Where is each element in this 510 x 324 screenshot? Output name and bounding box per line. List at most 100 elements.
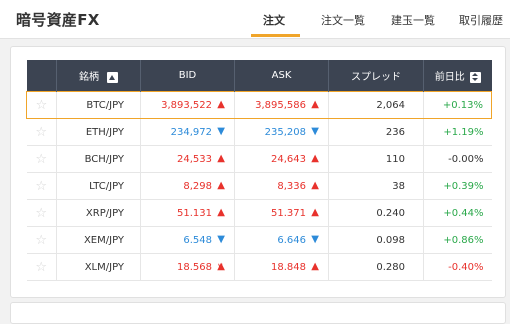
arrow-up-icon: ▲ bbox=[311, 99, 319, 110]
arrow-up-icon: ▲ bbox=[311, 153, 319, 164]
rate-table: 銘柄 BID ASK スプレッド 前日比 ☆ BTC/JPY 3,893,522 ▲ 3… bbox=[26, 60, 492, 281]
arrow-down-icon: ▼ bbox=[217, 126, 225, 137]
arrow-up-icon: ▲ bbox=[217, 99, 225, 110]
arrow-down-icon: ▼ bbox=[311, 234, 319, 245]
change-cell: +0.13% bbox=[423, 91, 492, 119]
spread-cell: 0.280 bbox=[328, 253, 424, 281]
spread-header: スプレッド bbox=[328, 60, 424, 92]
table-row[interactable]: ☆ ETH/JPY 234,972 ▼ 235,208 ▼ 236 +1.19% bbox=[26, 118, 492, 146]
star-icon[interactable]: ☆ bbox=[36, 98, 48, 113]
tab-positions[interactable]: 建玉一覧 bbox=[391, 12, 435, 28]
ask-cell[interactable]: 51.371 ▲ bbox=[234, 199, 329, 227]
spread-cell: 2,064 bbox=[328, 91, 424, 119]
sort-up-icon[interactable] bbox=[107, 71, 118, 83]
arrow-up-icon: ▲ bbox=[311, 261, 319, 272]
star-icon[interactable]: ☆ bbox=[35, 206, 47, 221]
arrow-up-icon: ▲ bbox=[217, 207, 225, 218]
arrow-down-icon: ▼ bbox=[311, 126, 319, 137]
bid-value: 51.131 bbox=[177, 207, 212, 219]
ask-cell[interactable]: 24,643 ▲ bbox=[234, 145, 329, 173]
rate-panel: 銘柄 BID ASK スプレッド 前日比 ☆ BTC/JPY 3,893,522 ▲ 3… bbox=[10, 46, 506, 298]
pair-cell: ETH/JPY bbox=[56, 118, 141, 146]
pair-cell: BCH/JPY bbox=[56, 145, 141, 173]
favorite-header bbox=[26, 60, 57, 92]
pair-cell: XRP/JPY bbox=[56, 199, 141, 227]
tab-order[interactable]: 注文 bbox=[263, 12, 285, 28]
bid-value: 18.568 bbox=[177, 261, 212, 273]
bid-cell[interactable]: 24,533 ▲ bbox=[140, 145, 235, 173]
change-cell: +0.39% bbox=[423, 172, 492, 200]
app-title: 暗号資産FX bbox=[16, 11, 100, 29]
change-cell: +1.19% bbox=[423, 118, 492, 146]
change-cell: +0.86% bbox=[423, 226, 492, 254]
favorite-cell[interactable]: ☆ bbox=[26, 253, 57, 281]
bid-value: 24,533 bbox=[177, 153, 212, 165]
bid-value: 8,298 bbox=[183, 180, 212, 192]
ask-value: 235,208 bbox=[264, 126, 306, 138]
secondary-panel bbox=[10, 302, 506, 324]
bid-value: 234,972 bbox=[170, 126, 212, 138]
active-tab-indicator bbox=[251, 34, 300, 37]
favorite-cell[interactable]: ☆ bbox=[26, 145, 57, 173]
table-row[interactable]: ☆ XLM/JPY 18.568 ▲ ∨ 18.848 ▲ 0.280 -0.40% bbox=[26, 253, 492, 281]
table-row[interactable]: ☆ XRP/JPY 51.131 ▲ 51.371 ▲ 0.240 +0.44% bbox=[26, 199, 492, 227]
arrow-up-icon: ▲ bbox=[311, 207, 319, 218]
spread-cell: 0.240 bbox=[328, 199, 424, 227]
ask-cell[interactable]: 3,895,586 ▲ bbox=[234, 91, 329, 119]
star-icon[interactable]: ☆ bbox=[35, 152, 47, 167]
ask-value: 51.371 bbox=[271, 207, 306, 219]
ask-value: 6.646 bbox=[277, 234, 306, 246]
ask-value: 18.848 bbox=[271, 261, 306, 273]
sort-icon[interactable] bbox=[469, 71, 481, 83]
star-icon[interactable]: ☆ bbox=[35, 233, 47, 248]
table-row[interactable]: ☆ XEM/JPY 6.548 ▼ 6.646 ▼ 0.098 +0.86% bbox=[26, 226, 492, 254]
ask-cell[interactable]: ∨ 18.848 ▲ bbox=[217, 253, 329, 281]
bid-cell[interactable]: 234,972 ▼ bbox=[140, 118, 235, 146]
ask-cell[interactable]: 6.646 ▼ bbox=[234, 226, 329, 254]
spread-cell: 0.098 bbox=[328, 226, 424, 254]
ask-cell[interactable]: 8,336 ▲ bbox=[234, 172, 329, 200]
pair-cell: XLM/JPY bbox=[56, 253, 141, 281]
chevron-down-icon: ∨ bbox=[217, 262, 224, 272]
bid-cell[interactable]: 3,893,522 ▲ bbox=[140, 91, 235, 119]
favorite-cell[interactable]: ☆ bbox=[26, 226, 57, 254]
change-header[interactable]: 前日比 bbox=[423, 60, 492, 92]
bid-header: BID bbox=[140, 60, 235, 92]
ask-cell[interactable]: 235,208 ▼ bbox=[234, 118, 329, 146]
pair-cell: XEM/JPY bbox=[56, 226, 141, 254]
favorite-cell[interactable]: ☆ bbox=[26, 199, 57, 227]
star-icon[interactable]: ☆ bbox=[35, 125, 47, 140]
symbol-header[interactable]: 銘柄 bbox=[56, 60, 141, 92]
arrow-up-icon: ▲ bbox=[217, 180, 225, 191]
change-header-label: 前日比 bbox=[434, 72, 465, 83]
app-header: 暗号資産FX 注文 注文一覧 建玉一覧 取引履歴 bbox=[0, 0, 510, 39]
star-icon[interactable]: ☆ bbox=[35, 260, 47, 275]
spread-cell: 110 bbox=[328, 145, 424, 173]
table-row[interactable]: ☆ BCH/JPY 24,533 ▲ 24,643 ▲ 110 -0.00% bbox=[26, 145, 492, 173]
bid-value: 6.548 bbox=[183, 234, 212, 246]
bid-cell[interactable]: 8,298 ▲ bbox=[140, 172, 235, 200]
bid-value: 3,893,522 bbox=[161, 99, 212, 111]
favorite-cell[interactable]: ☆ bbox=[26, 118, 57, 146]
bid-cell[interactable]: 6.548 ▼ bbox=[140, 226, 235, 254]
pair-cell: BTC/JPY bbox=[56, 91, 141, 119]
change-cell: -0.00% bbox=[423, 145, 492, 173]
pair-cell: LTC/JPY bbox=[56, 172, 141, 200]
tab-trade-history[interactable]: 取引履歴 bbox=[459, 12, 503, 28]
ask-value: 3,895,586 bbox=[255, 99, 306, 111]
spread-cell: 236 bbox=[328, 118, 424, 146]
arrow-up-icon: ▲ bbox=[311, 180, 319, 191]
star-icon[interactable]: ☆ bbox=[35, 179, 47, 194]
favorite-cell[interactable]: ☆ bbox=[26, 172, 57, 200]
table-row[interactable]: ☆ BTC/JPY 3,893,522 ▲ 3,895,586 ▲ 2,064 +0.13% bbox=[26, 91, 492, 119]
table-header-row: 銘柄 BID ASK スプレッド 前日比 bbox=[26, 60, 492, 92]
arrow-down-icon: ▼ bbox=[217, 234, 225, 245]
ask-header: ASK bbox=[234, 60, 329, 92]
tab-order-list[interactable]: 注文一覧 bbox=[321, 12, 365, 28]
bid-cell[interactable]: 51.131 ▲ bbox=[140, 199, 235, 227]
favorite-cell[interactable]: ☆ bbox=[26, 91, 57, 119]
table-row[interactable]: ☆ LTC/JPY 8,298 ▲ 8,336 ▲ 38 +0.39% bbox=[26, 172, 492, 200]
spread-cell: 38 bbox=[328, 172, 424, 200]
arrow-up-icon: ▲ bbox=[217, 153, 225, 164]
ask-value: 8,336 bbox=[277, 180, 306, 192]
